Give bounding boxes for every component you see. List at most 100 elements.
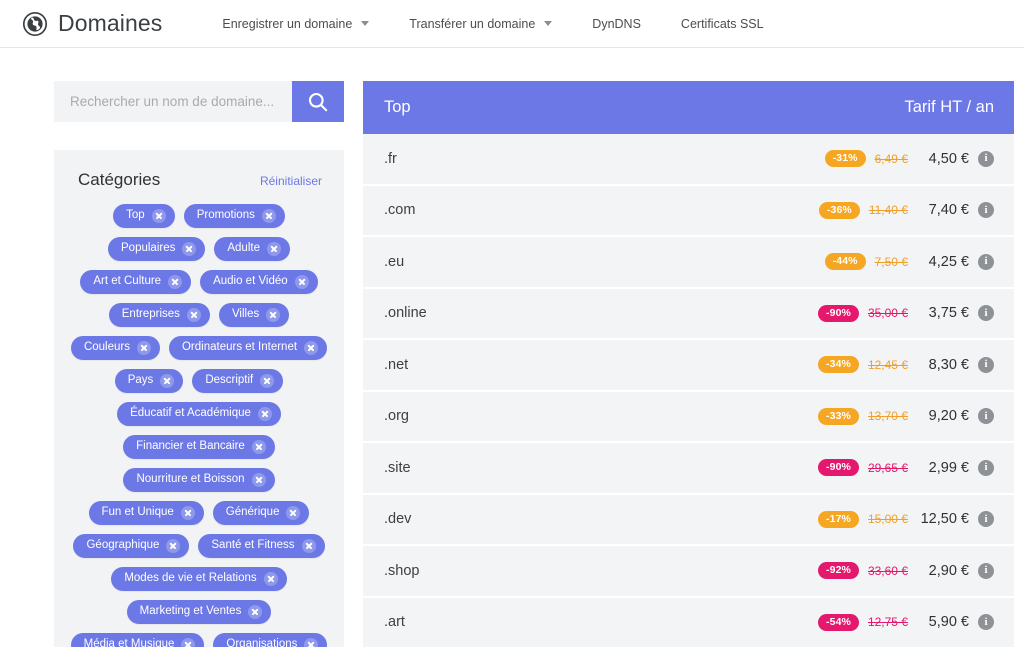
remove-category-icon[interactable] — [266, 308, 281, 322]
category-chip[interactable]: Organisations — [213, 633, 328, 647]
nav-item-dyndns[interactable]: DynDNS — [572, 17, 661, 31]
category-chip[interactable]: Santé et Fitness — [198, 534, 325, 558]
remove-category-icon[interactable] — [260, 374, 275, 388]
discount-badge: -90% — [818, 304, 859, 322]
domain-search-bar — [54, 81, 344, 122]
table-row[interactable]: .online -90% 35,00 € 3,75 € i — [363, 288, 1014, 340]
category-chip[interactable]: Modes de vie et Relations — [111, 567, 287, 591]
remove-category-icon[interactable] — [181, 638, 196, 647]
table-row[interactable]: .eu -44% 7,50 € 4,25 € i — [363, 237, 1014, 289]
info-icon[interactable]: i — [978, 614, 994, 631]
category-chip[interactable]: Descriptif — [192, 369, 284, 393]
category-chip[interactable]: Géographique — [73, 534, 190, 558]
remove-category-icon[interactable] — [251, 473, 266, 487]
category-chip[interactable]: Top — [113, 204, 175, 228]
category-chip-label: Entreprises — [121, 308, 180, 321]
category-chip[interactable]: Audio et Vidéo — [200, 270, 318, 294]
category-chip[interactable]: Nourriture et Boisson — [123, 468, 275, 492]
remove-category-icon[interactable] — [286, 506, 301, 520]
table-row[interactable]: .site -90% 29,65 € 2,99 € i — [363, 443, 1014, 495]
remove-category-icon[interactable] — [136, 341, 151, 355]
table-row[interactable]: .art -54% 12,75 € 5,90 € i — [363, 597, 1014, 647]
remove-category-icon[interactable] — [301, 539, 316, 553]
remove-category-icon[interactable] — [248, 605, 263, 619]
original-price: 29,65 € — [867, 460, 908, 475]
remove-category-icon[interactable] — [304, 341, 319, 355]
info-icon[interactable]: i — [978, 408, 994, 425]
remove-category-icon[interactable] — [186, 308, 201, 322]
table-row[interactable]: .fr -31% 6,49 € 4,50 € i — [363, 134, 1014, 186]
info-icon[interactable]: i — [978, 511, 994, 528]
nav-menu: Enregistrer un domaine Transférer un dom… — [202, 17, 783, 31]
remove-category-icon[interactable] — [168, 275, 183, 289]
category-chip[interactable]: Adulte — [214, 237, 290, 261]
search-input[interactable] — [54, 81, 292, 122]
tld-name: .net — [384, 356, 409, 373]
table-row[interactable]: .com -36% 11,40 € 7,40 € i — [363, 185, 1014, 237]
category-chip[interactable]: Marketing et Ventes — [126, 600, 272, 624]
category-chip[interactable]: Éducatif et Académique — [117, 402, 281, 426]
nav-item-ssl-certificates[interactable]: Certificats SSL — [661, 17, 784, 31]
remove-category-icon[interactable] — [304, 638, 319, 647]
original-price: 12,75 € — [867, 615, 908, 630]
category-chip[interactable]: Entreprises — [108, 303, 210, 327]
table-row[interactable]: .dev -17% 15,00 € 12,50 € i — [363, 494, 1014, 546]
original-price: 33,60 € — [867, 563, 908, 578]
sidebar: Catégories Réinitialiser Top Promotions Po… — [54, 81, 344, 647]
category-chip-label: Descriptif — [205, 374, 254, 387]
reset-filters-link[interactable]: Réinitialiser — [260, 174, 322, 188]
pricing-header-category: Top — [384, 98, 411, 116]
category-chip[interactable]: Pays — [114, 369, 184, 393]
category-chip[interactable]: Générique — [212, 501, 310, 525]
search-button[interactable] — [292, 81, 344, 122]
remove-category-icon[interactable] — [166, 539, 181, 553]
tld-name: .site — [384, 459, 411, 476]
category-chip[interactable]: Populaires — [108, 237, 206, 261]
category-chip[interactable]: Ordinateurs et Internet — [168, 336, 328, 360]
remove-category-icon[interactable] — [151, 209, 166, 223]
original-price: 12,45 € — [867, 357, 908, 372]
info-icon[interactable]: i — [978, 305, 994, 322]
table-row[interactable]: .org -33% 13,70 € 9,20 € i — [363, 391, 1014, 443]
price-cell: -34% 12,45 € 8,30 € i — [818, 356, 994, 374]
category-chip[interactable]: Couleurs — [70, 336, 160, 360]
tld-name: .org — [384, 408, 409, 425]
info-icon[interactable]: i — [978, 356, 994, 373]
table-row[interactable]: .shop -92% 33,60 € 2,90 € i — [363, 546, 1014, 598]
remove-category-icon[interactable] — [257, 407, 272, 421]
current-price: 5,90 € — [928, 614, 969, 631]
nav-item-transfer-domain[interactable]: Transférer un domaine — [389, 17, 572, 31]
category-chip-label: Couleurs — [83, 341, 130, 354]
brand-logo[interactable]: Domaines — [22, 10, 162, 37]
category-chip[interactable]: Média et Musique — [70, 633, 205, 647]
nav-item-label: Transférer un domaine — [409, 16, 536, 31]
info-icon[interactable]: i — [978, 562, 994, 579]
remove-category-icon[interactable] — [266, 242, 281, 256]
remove-category-icon[interactable] — [251, 440, 266, 454]
category-chip-label: Populaires — [121, 242, 176, 255]
remove-category-icon[interactable] — [294, 275, 309, 289]
category-chip[interactable]: Fun et Unique — [88, 501, 204, 525]
remove-category-icon[interactable] — [263, 572, 278, 586]
info-icon[interactable]: i — [978, 150, 994, 167]
categories-panel: Catégories Réinitialiser Top Promotions Po… — [54, 150, 344, 647]
table-row[interactable]: .net -34% 12,45 € 8,30 € i — [363, 340, 1014, 392]
info-icon[interactable]: i — [978, 459, 994, 476]
category-chip-label: Pays — [127, 374, 154, 387]
remove-category-icon[interactable] — [261, 209, 276, 223]
nav-item-register-domain[interactable]: Enregistrer un domaine — [202, 17, 389, 31]
category-chip[interactable]: Promotions — [183, 204, 285, 228]
tld-name: .online — [384, 305, 427, 322]
remove-category-icon[interactable] — [180, 506, 195, 520]
current-price: 4,25 € — [928, 253, 969, 270]
category-chip[interactable]: Art et Culture — [80, 270, 192, 294]
current-price: 2,99 € — [928, 459, 969, 476]
remove-category-icon[interactable] — [160, 374, 175, 388]
category-chip[interactable]: Financier et Bancaire — [123, 435, 275, 459]
chevron-down-icon — [361, 21, 370, 26]
category-chip-label: Éducatif et Académique — [130, 407, 251, 420]
category-chip[interactable]: Villes — [218, 303, 290, 327]
info-icon[interactable]: i — [978, 202, 994, 219]
remove-category-icon[interactable] — [182, 242, 197, 256]
info-icon[interactable]: i — [978, 253, 994, 270]
